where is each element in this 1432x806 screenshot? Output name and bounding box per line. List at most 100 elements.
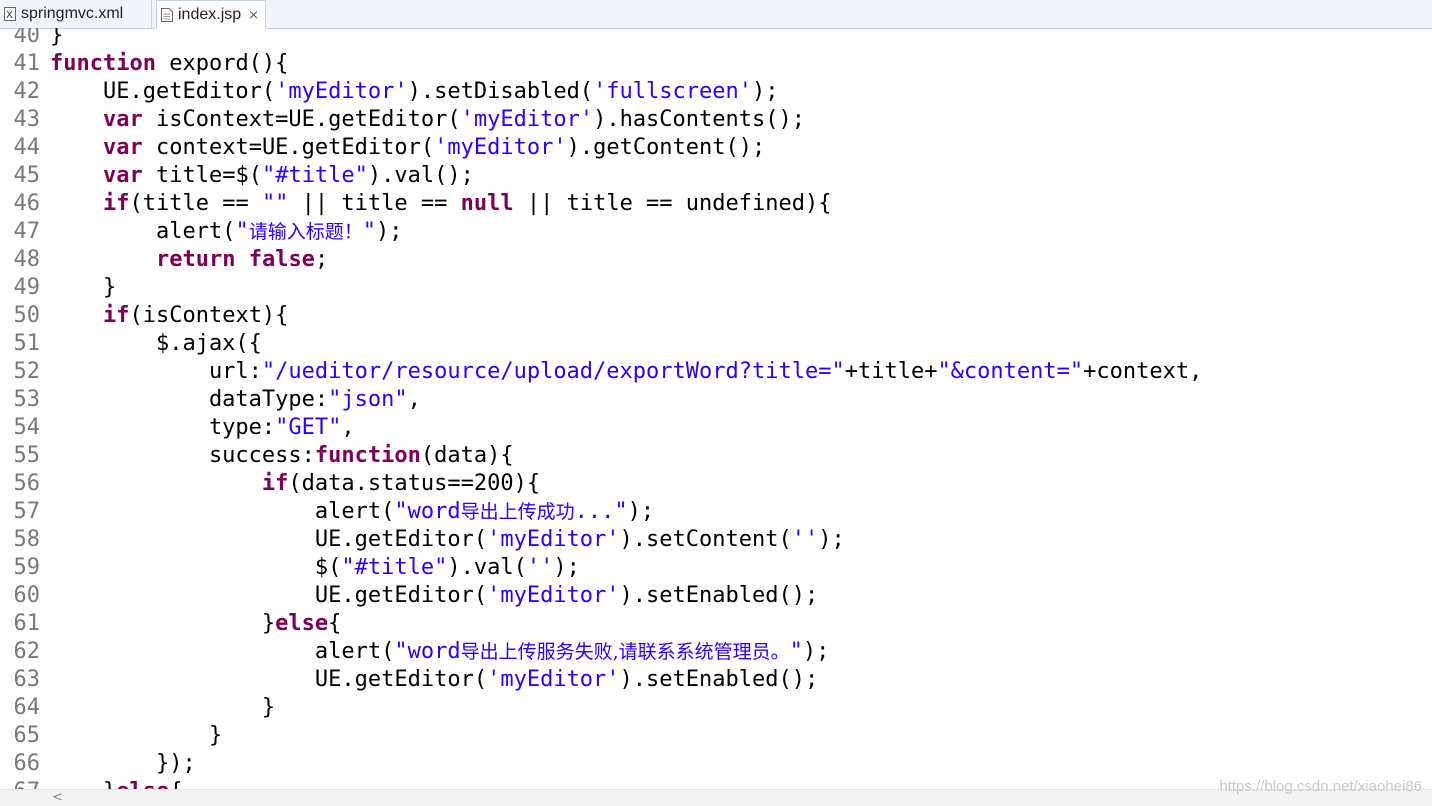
code-text: alert("word导出上传服务失败,请联系系统管理员。"); xyxy=(50,638,830,666)
code-text: } xyxy=(50,28,63,50)
code-token: , xyxy=(407,387,421,412)
code-line[interactable]: 55 success:function(data){ xyxy=(0,442,1432,470)
code-line[interactable]: 48 return false; xyxy=(0,246,1432,274)
line-number: 52 xyxy=(13,359,41,384)
code-line[interactable]: 40} xyxy=(0,28,1432,50)
code-line[interactable]: 61 }else{ xyxy=(0,610,1432,638)
string-token: "json" xyxy=(328,387,408,412)
code-line[interactable]: 41 function expord(){ xyxy=(0,50,1432,78)
code-token: ); xyxy=(553,555,580,580)
keyword-token: if xyxy=(261,471,289,496)
code-text: UE.getEditor('myEditor').setContent(''); xyxy=(50,526,845,554)
line-number: 42 xyxy=(13,79,41,104)
string-token: '' xyxy=(791,527,819,552)
code-line[interactable]: 62 alert("word导出上传服务失败,请联系系统管理员。"); xyxy=(0,638,1432,666)
code-token: { xyxy=(169,779,182,789)
close-icon[interactable]: ⨯ xyxy=(248,7,259,23)
code-line[interactable]: 43 var isContext=UE.getEditor('myEditor'… xyxy=(0,106,1432,134)
xml-file-icon: X xyxy=(4,7,16,21)
code-text: }else{ xyxy=(50,778,183,789)
code-text: url:"/ueditor/resource/upload/exportWord… xyxy=(50,358,1202,386)
code-line[interactable]: 47 alert("请输入标题！"); xyxy=(0,218,1432,246)
code-line[interactable]: 44 var context=UE.getEditor('myEditor').… xyxy=(0,134,1432,162)
tab-index-jsp[interactable]: index.jsp ⨯ xyxy=(156,0,266,29)
code-line[interactable]: 64 } xyxy=(0,694,1432,722)
string-token: "GET" xyxy=(275,415,342,440)
string-token: 'myEditor' xyxy=(460,107,594,132)
line-number: 54 xyxy=(13,415,41,440)
code-line[interactable]: 53 dataType:"json", xyxy=(0,386,1432,414)
code-token: } xyxy=(50,695,276,720)
line-number: 43 xyxy=(13,107,41,132)
code-token: ).setEnabled(); xyxy=(619,667,819,692)
code-text: $.ajax({ xyxy=(50,330,262,358)
string-token: " xyxy=(789,639,803,664)
code-text: function expord(){ xyxy=(50,50,288,78)
code-line[interactable]: 49 } xyxy=(0,274,1432,302)
code-line[interactable]: 58 UE.getEditor('myEditor').setContent('… xyxy=(0,526,1432,554)
tab-springmvc-xml[interactable]: X springmvc.xml xyxy=(0,0,152,28)
string-token: " xyxy=(235,219,249,244)
code-token: UE.getEditor( xyxy=(50,527,488,552)
code-text: $("#title").val(''); xyxy=(50,554,580,582)
code-token: (data.status==200){ xyxy=(288,471,541,496)
code-text: alert("请输入标题！"); xyxy=(50,218,403,246)
code-token: expord(){ xyxy=(155,51,289,76)
code-text: UE.getEditor('myEditor').setDisabled('fu… xyxy=(50,78,779,106)
code-line[interactable]: 59 $("#title").val(''); xyxy=(0,554,1432,582)
svg-text:X: X xyxy=(6,10,13,21)
string-token: 'myEditor' xyxy=(487,667,620,692)
code-token: +title+ xyxy=(844,359,938,384)
line-number: 48 xyxy=(13,247,41,272)
code-editor[interactable]: 40} 41 function expord(){42 UE.getEditor('… xyxy=(0,28,1432,789)
string-token: 导出上传成功 xyxy=(460,501,575,523)
code-line[interactable]: 57 alert("word导出上传成功..."); xyxy=(0,498,1432,526)
string-token: 'myEditor' xyxy=(275,79,408,104)
code-line[interactable]: 65 } xyxy=(0,722,1432,750)
line-number: 63 xyxy=(13,667,41,692)
line-number: 67 xyxy=(8,778,41,789)
code-token: ).setContent( xyxy=(619,527,792,552)
code-line[interactable]: 50 if(isContext){ xyxy=(0,302,1432,330)
scroll-left-arrow-icon[interactable]: < xyxy=(52,790,63,806)
code-line[interactable]: 54 type:"GET", xyxy=(0,414,1432,442)
code-token: (isContext){ xyxy=(129,303,289,328)
keyword-token: function xyxy=(314,443,421,468)
code-line[interactable]: 46 if(title == "" || title == null || ti… xyxy=(0,190,1432,218)
code-line[interactable]: 66 }); xyxy=(0,750,1432,778)
code-token: UE.getEditor( xyxy=(50,583,488,608)
code-token: ); xyxy=(752,79,779,104)
keyword-token: function xyxy=(50,51,156,76)
string-token: "#title" xyxy=(261,163,368,188)
string-token: 'myEditor' xyxy=(487,527,620,552)
line-number: 45 xyxy=(13,163,41,188)
code-token: } xyxy=(50,779,116,789)
code-text: success:function(data){ xyxy=(50,442,514,470)
code-line[interactable]: 60 UE.getEditor('myEditor').setEnabled()… xyxy=(0,582,1432,610)
code-text: var context=UE.getEditor('myEditor').get… xyxy=(50,134,765,162)
code-line[interactable]: 63 UE.getEditor('myEditor').setEnabled()… xyxy=(0,666,1432,694)
code-line[interactable]: 56 if(data.status==200){ xyxy=(0,470,1432,498)
code-token: title=$( xyxy=(142,163,262,188)
keyword-token: if xyxy=(102,191,130,216)
line-number: 50 xyxy=(13,303,41,328)
line-number: 64 xyxy=(13,695,41,720)
code-token: ).val( xyxy=(447,555,527,580)
horizontal-scrollbar[interactable]: < xyxy=(0,789,1432,806)
line-number: 59 xyxy=(13,555,41,580)
code-line[interactable]: 67 }else{ xyxy=(0,778,1432,789)
line-number: 61 xyxy=(13,611,41,636)
code-text: var title=$("#title").val(); xyxy=(50,162,474,190)
line-number: 60 xyxy=(13,583,41,608)
code-line[interactable]: 42 UE.getEditor('myEditor').setDisabled(… xyxy=(0,78,1432,106)
code-token: } xyxy=(50,275,117,300)
code-token: alert( xyxy=(50,499,395,524)
code-line[interactable]: 52 url:"/ueditor/resource/upload/exportW… xyxy=(0,358,1432,386)
string-token: 'myEditor' xyxy=(434,135,567,160)
code-line[interactable]: 51 $.ajax({ xyxy=(0,330,1432,358)
keyword-token: null xyxy=(460,191,514,216)
code-line[interactable]: 45 var title=$("#title").val(); xyxy=(0,162,1432,190)
